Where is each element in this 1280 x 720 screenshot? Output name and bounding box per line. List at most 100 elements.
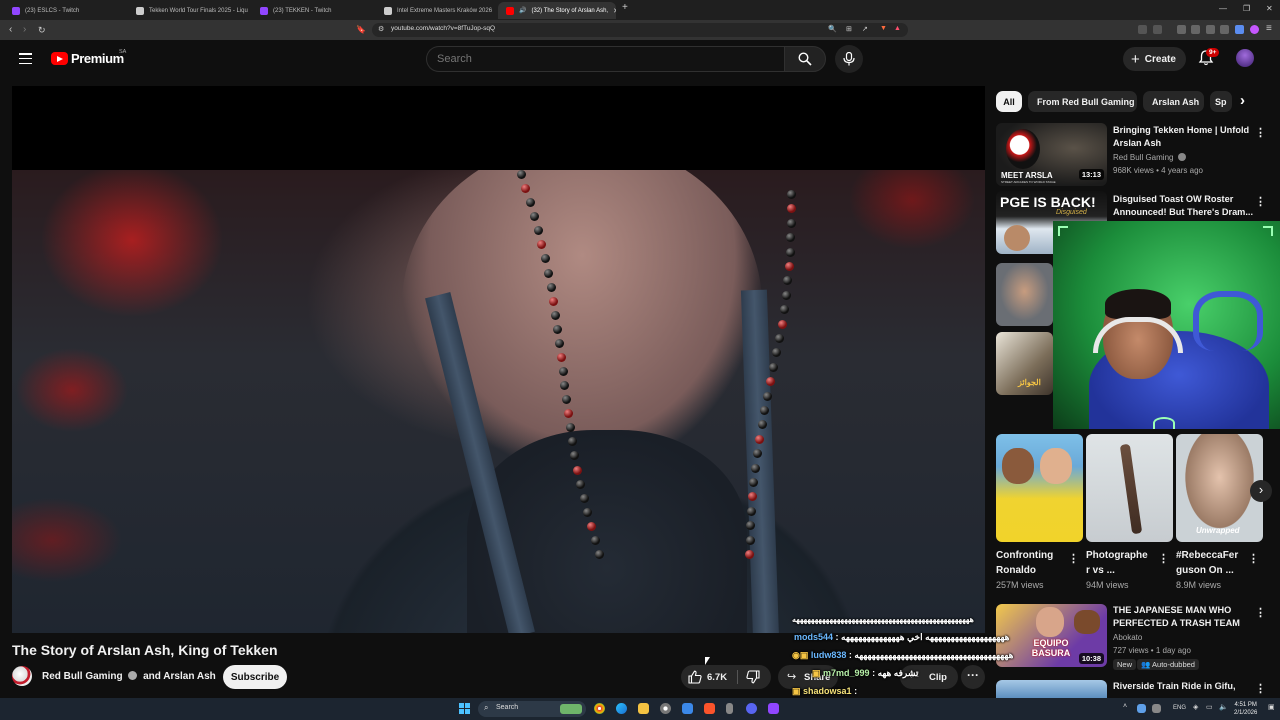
thumbs-down-icon[interactable] <box>746 670 760 684</box>
more-options-icon[interactable]: ⋮ <box>1068 552 1079 565</box>
rewards-icon[interactable]: ▲ <box>894 25 901 32</box>
video-title-link[interactable]: Bringing Tekken Home | Unfold Arslan Ash <box>1113 124 1253 150</box>
microphone-app-icon[interactable] <box>726 703 733 714</box>
address-bar[interactable]: ⚙ youtube.com/watch?v=8fTuJop-sqQ 🔍 ⊞ ↗ … <box>372 23 908 37</box>
chip-all[interactable]: All <box>996 91 1022 112</box>
close-window-icon[interactable]: ✕ <box>1266 4 1273 13</box>
profile-icon[interactable] <box>1250 25 1259 34</box>
share-page-icon[interactable]: ↗ <box>862 25 868 33</box>
video-thumbnail[interactable]: MEET ARSLA STREET ARCADES TO WORLD STAGE… <box>996 123 1107 186</box>
video-title-link[interactable]: Disguised Toast OW Roster Announced! But… <box>1113 193 1253 219</box>
browser-tab[interactable]: Tekken World Tour Finals 2025 - Liqu <box>128 2 252 19</box>
chip-from-channel[interactable]: From Red Bull Gaming <box>1028 91 1137 112</box>
zoom-icon[interactable]: 🔍 <box>828 25 837 33</box>
bead <box>533 226 543 236</box>
maximize-icon[interactable]: ❐ <box>1243 4 1250 13</box>
more-options-icon[interactable]: ⋮ <box>1255 195 1266 208</box>
logo-text[interactable]: Premium <box>71 51 124 66</box>
close-tab-icon[interactable]: ✕ <box>613 7 616 15</box>
back-icon[interactable]: ‹ <box>9 23 12 37</box>
thumbs-up-icon[interactable] <box>688 670 702 684</box>
chevron-right-icon[interactable]: › <box>1240 92 1245 109</box>
store-icon[interactable] <box>682 703 693 714</box>
search-button[interactable] <box>784 46 826 72</box>
short-title-link[interactable]: #RebeccaFer guson On ... <box>1176 548 1246 578</box>
channel-avatar[interactable] <box>12 666 32 686</box>
obs-icon[interactable] <box>660 703 671 714</box>
site-info-icon[interactable]: ⚙ <box>378 25 384 33</box>
more-options-icon[interactable]: ⋮ <box>1255 126 1266 139</box>
music-icon[interactable] <box>1177 25 1186 34</box>
reload-icon[interactable]: ↻ <box>38 23 46 37</box>
short-thumbnail[interactable] <box>996 434 1083 542</box>
youtube-logo-icon[interactable] <box>51 52 68 65</box>
vpn-icon[interactable] <box>1220 25 1229 34</box>
chevron-up-icon[interactable]: ˄ <box>1123 703 1127 710</box>
short-title-link[interactable]: Photographe r vs ... <box>1086 548 1156 578</box>
new-tab-button[interactable]: + <box>622 2 628 13</box>
brave-icon[interactable] <box>704 703 715 714</box>
more-options-icon[interactable]: ⋮ <box>1158 552 1169 565</box>
forward-icon[interactable]: › <box>23 23 26 37</box>
chrome-icon[interactable] <box>594 703 605 714</box>
twitch-icon[interactable] <box>768 703 779 714</box>
video-title-link[interactable]: Riverside Train Ride in Gifu, <box>1113 680 1253 693</box>
chat-username[interactable]: ludw838 <box>811 650 847 660</box>
more-options-icon[interactable]: ⋮ <box>1255 606 1266 619</box>
chat-username[interactable]: mods544 <box>794 632 833 642</box>
chat-username[interactable]: m7md_999 <box>823 668 870 678</box>
create-button[interactable]: + Create <box>1123 47 1186 71</box>
more-options-icon[interactable]: ⋮ <box>1255 682 1266 695</box>
search-input[interactable] <box>437 53 757 65</box>
volume-icon[interactable]: 🔈 <box>1219 703 1228 711</box>
chip-partial[interactable]: Sp <box>1210 91 1232 112</box>
tray-app-icon[interactable] <box>1137 704 1146 713</box>
extension-icon[interactable] <box>1138 25 1147 34</box>
short-thumbnail[interactable] <box>1086 434 1173 542</box>
minimize-icon[interactable]: — <box>1219 4 1227 13</box>
browser-tab-active[interactable]: 🔊 (32) The Story of Arslan Ash, ✕ <box>498 2 616 19</box>
notification-center-icon[interactable]: ▣ <box>1268 703 1275 711</box>
account-avatar[interactable] <box>1236 49 1254 67</box>
chip-arslan-ash[interactable]: Arslan Ash <box>1143 91 1204 112</box>
leo-icon[interactable] <box>1235 25 1244 34</box>
search-box[interactable] <box>426 46 784 72</box>
clock[interactable]: 4:51 PM 2/1/2026 <box>1234 701 1257 717</box>
monitor-icon[interactable]: ▭ <box>1206 703 1213 711</box>
edge-icon[interactable] <box>616 703 627 714</box>
channel-name[interactable]: Red Bull Gaming and Arslan Ash <box>42 671 216 682</box>
channel-name-link[interactable]: Red Bull Gaming <box>1113 152 1186 164</box>
bookmark-icon[interactable]: 🔖 <box>356 23 366 37</box>
sidebar-icon[interactable] <box>1191 25 1200 34</box>
install-icon[interactable]: ⊞ <box>846 25 852 33</box>
taskbar-search-box[interactable]: ⌕ Search <box>478 701 586 717</box>
input-language[interactable]: ENG <box>1173 705 1186 711</box>
channel-name-link[interactable]: Abokato <box>1113 632 1142 644</box>
video-thumbnail[interactable] <box>996 680 1107 698</box>
file-explorer-icon[interactable] <box>638 703 649 714</box>
video-title-link[interactable]: THE JAPANESE MAN WHO PERFECTED A TRASH T… <box>1113 604 1253 630</box>
discord-icon[interactable] <box>746 703 757 714</box>
extension-icon[interactable] <box>1153 25 1162 34</box>
network-icon[interactable]: ◈ <box>1193 703 1198 711</box>
shorts-next-button[interactable]: › <box>1250 480 1272 502</box>
video-player[interactable] <box>12 86 985 633</box>
subscribe-button[interactable]: Subscribe <box>223 665 287 689</box>
brave-shield-icon[interactable]: ▼ <box>880 25 887 32</box>
like-count[interactable]: 6.7K <box>707 672 727 683</box>
voice-search-button[interactable] <box>835 45 863 73</box>
tray-app-icon[interactable] <box>1152 704 1161 713</box>
chat-username[interactable]: shadowsa1 <box>803 686 852 696</box>
browser-tab[interactable]: (23) TEKKEN - Twitch <box>252 2 374 19</box>
browser-tab[interactable]: Intel Extreme Masters Kraków 2026 <box>376 2 498 19</box>
windows-start-icon[interactable] <box>459 703 470 714</box>
video-thumbnail[interactable]: الجوائز <box>996 332 1053 395</box>
more-actions-button[interactable]: ··· <box>961 665 985 689</box>
wallet-icon[interactable] <box>1206 25 1215 34</box>
menu-icon[interactable]: ≡ <box>1266 22 1272 36</box>
video-thumbnail[interactable] <box>996 263 1053 326</box>
guide-menu-icon[interactable] <box>19 53 32 65</box>
more-options-icon[interactable]: ⋮ <box>1248 552 1259 565</box>
browser-tab[interactable]: (23) ESLCS - Twitch <box>4 2 126 19</box>
short-title-link[interactable]: Confronting Ronaldo <box>996 548 1066 578</box>
